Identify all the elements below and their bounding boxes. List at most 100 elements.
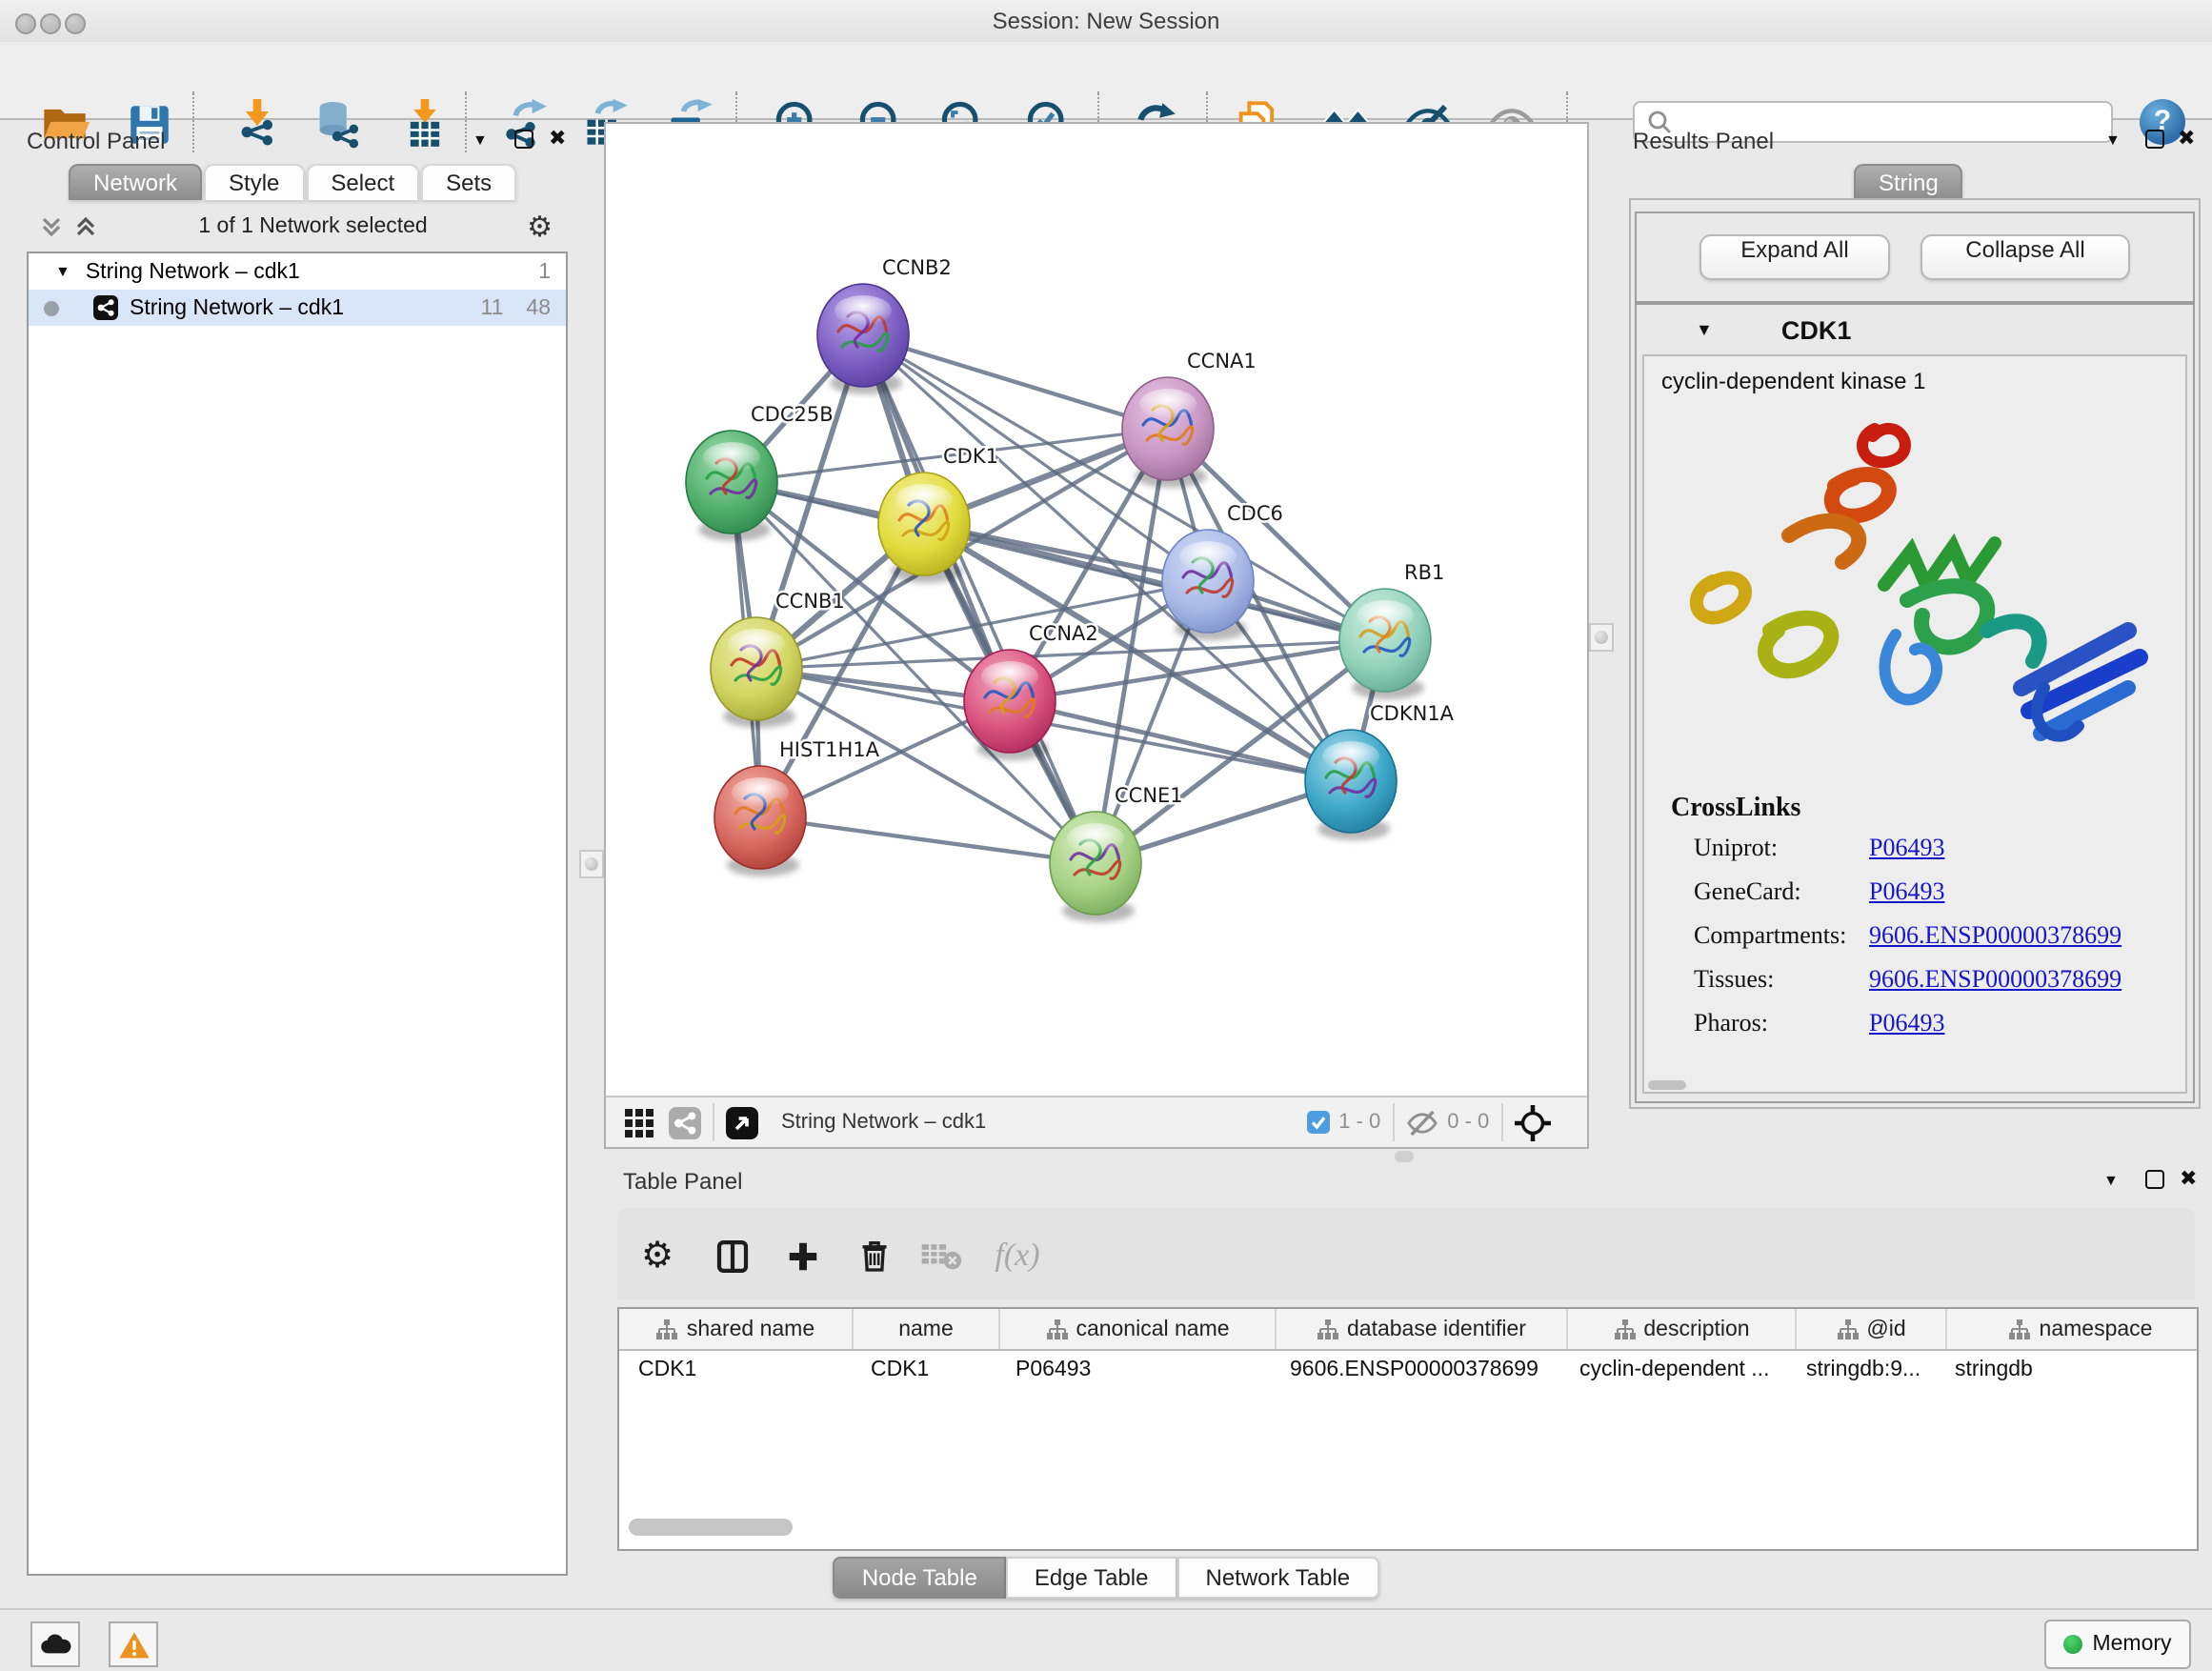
selected-checkbox-icon[interactable] [1306, 1111, 1329, 1134]
tab-edge-table[interactable]: Edge Table [1006, 1557, 1177, 1599]
network-node-CDKN1A[interactable]: CDKN1A [1305, 702, 1455, 840]
column-header-name[interactable]: name [854, 1309, 1000, 1349]
tab-style[interactable]: Style [204, 164, 304, 200]
control-panel-float-icon[interactable] [514, 130, 533, 149]
tab-network[interactable]: Network [69, 164, 202, 200]
results-hscroll-thumb[interactable] [1648, 1080, 1686, 1090]
table-panel-menu-icon[interactable]: ▼ [2103, 1172, 2119, 1189]
table-cell[interactable]: stringdb:9... [1787, 1351, 1936, 1389]
results-panel-title: Results Panel [1633, 128, 1774, 154]
left-splitter-grip[interactable] [579, 850, 604, 878]
network-node-HIST1H1A[interactable]: HIST1H1A [714, 738, 880, 876]
column-header-namespace[interactable]: namespace [1947, 1309, 2199, 1349]
crosslink-label: Tissues: [1694, 964, 1869, 995]
add-column-button[interactable] [777, 1231, 827, 1280]
crosshair-icon[interactable] [1514, 1104, 1550, 1140]
table-toolbar: ⚙ f(x) [617, 1208, 2195, 1299]
table-row[interactable]: CDK1CDK1P064939606.ENSP00000378699cyclin… [619, 1351, 2197, 1389]
table-cell[interactable]: cyclin-dependent ... [1560, 1351, 1787, 1389]
network-edge-CCNE1-HIST1H1A[interactable] [760, 817, 1096, 863]
network-list: ▼ String Network – cdk1 1 String Network… [27, 252, 568, 1576]
protein-details: cyclin-dependent kinase 1 [1642, 354, 2187, 1094]
results-panel-menu-icon[interactable]: ▼ [2105, 131, 2121, 149]
crosslink-row: Tissues:9606.ENSP00000378699 [1694, 964, 2185, 1008]
memory-button[interactable]: Memory [2044, 1620, 2191, 1669]
results-panel-tabs: String [1854, 164, 1965, 200]
column-type-icon [1613, 1318, 1636, 1340]
delete-column-button[interactable] [850, 1231, 899, 1280]
column-header-database-identifier[interactable]: database identifier [1277, 1309, 1568, 1349]
bottom-splitter-grip[interactable] [1395, 1151, 1414, 1162]
toolbar-separator [713, 1103, 714, 1141]
column-header-shared-name[interactable]: shared name [619, 1309, 854, 1349]
protein-section-header[interactable]: ▼ CDK1 [1642, 309, 2183, 351]
crosslink-row: Uniprot:P06493 [1694, 833, 2185, 876]
cloud-status-button[interactable] [30, 1621, 80, 1667]
trash-icon [855, 1237, 894, 1275]
node-label-RB1: RB1 [1404, 561, 1444, 584]
column-header-description[interactable]: description [1568, 1309, 1797, 1349]
network-edge-CCNB2-CCNE1[interactable] [863, 335, 1096, 863]
network-canvas[interactable]: CCNB2CCNA1CDC25BCDK1CDC6RB1CCNB1CCNA2CDK… [606, 124, 1587, 1096]
node-label-CDC6: CDC6 [1227, 502, 1283, 525]
gear-icon[interactable]: ⚙ [527, 210, 553, 244]
tab-string[interactable]: String [1854, 164, 1963, 200]
expand-all-icon[interactable] [72, 213, 99, 240]
tree-expand-icon[interactable]: ▼ [55, 263, 70, 280]
network-edge-CCNA2-CDKN1A[interactable] [1010, 701, 1351, 781]
table-panel-float-icon[interactable] [2145, 1170, 2164, 1189]
column-header-@id[interactable]: @id [1797, 1309, 1947, 1349]
network-node-RB1[interactable]: RB1 [1339, 561, 1444, 699]
table-cell[interactable]: stringdb [1936, 1351, 2199, 1389]
crosslink-link[interactable]: P06493 [1869, 1008, 1944, 1038]
collapse-all-button[interactable]: Collapse All [1920, 234, 2130, 280]
application-window: Session: New Session [0, 0, 2212, 1671]
network-view-icon[interactable] [669, 1106, 701, 1138]
table-cell[interactable]: CDK1 [619, 1351, 852, 1389]
protein-structure-image [1659, 406, 2174, 779]
table-cell[interactable]: CDK1 [852, 1351, 996, 1389]
right-splitter-grip[interactable] [1589, 623, 1614, 652]
network-row-selected[interactable]: String Network – cdk1 11 48 [29, 290, 566, 326]
network-node-CDK1[interactable]: CDK1 [878, 445, 998, 583]
tab-sets[interactable]: Sets [421, 164, 516, 200]
table-delete-icon [920, 1235, 962, 1277]
collapse-all-icon[interactable] [38, 213, 65, 240]
table-panel-close-icon[interactable]: ✖ [2180, 1166, 2197, 1191]
network-node-CCNA1[interactable]: CCNA1 [1122, 350, 1257, 488]
gear-icon: ⚙ [641, 1235, 674, 1277]
crosslink-link[interactable]: 9606.ENSP00000378699 [1869, 964, 2122, 995]
control-panel-menu-icon[interactable]: ▼ [473, 131, 488, 149]
show-columns-button[interactable] [707, 1231, 756, 1280]
network-view-toolbar: String Network – cdk1 1 - 0 0 - 0 [606, 1096, 1587, 1147]
crosslink-link[interactable]: P06493 [1869, 876, 1944, 907]
network-edge-CCNB2-CCNA1[interactable] [863, 335, 1168, 429]
table-cell[interactable]: P06493 [996, 1351, 1271, 1389]
protein-description: cyclin-dependent kinase 1 [1661, 368, 2185, 394]
crosslink-link[interactable]: P06493 [1869, 833, 1944, 863]
table-cell[interactable]: 9606.ENSP00000378699 [1271, 1351, 1560, 1389]
results-panel-float-icon[interactable] [2145, 130, 2164, 149]
control-panel-close-icon[interactable]: ✖ [549, 126, 566, 151]
table-hscroll-thumb[interactable] [629, 1519, 793, 1536]
node-label-CDK1: CDK1 [943, 445, 998, 468]
section-collapse-icon[interactable]: ▼ [1696, 320, 1713, 339]
network-collection-row[interactable]: ▼ String Network – cdk1 1 [29, 253, 566, 290]
tab-node-table[interactable]: Node Table [834, 1557, 1006, 1599]
crosslink-row: Pharos:P06493 [1694, 1008, 2185, 1052]
crosslink-link[interactable]: 9606.ENSP00000378699 [1869, 920, 2122, 951]
grid-view-icon[interactable] [625, 1108, 654, 1137]
column-header-canonical-name[interactable]: canonical name [1000, 1309, 1277, 1349]
results-panel-close-icon[interactable]: ✖ [2178, 126, 2195, 151]
table-header-row: shared namenamecanonical namedatabase id… [619, 1309, 2197, 1351]
crosslink-label: GeneCard: [1694, 876, 1869, 907]
tab-network-table[interactable]: Network Table [1177, 1557, 1379, 1599]
table-settings-button[interactable]: ⚙ [633, 1231, 682, 1280]
crosslinks-list: Uniprot:P06493GeneCard:P06493Compartment… [1694, 833, 2185, 1052]
network-list-header: 1 of 1 Network selected ⚙ [27, 206, 564, 248]
tab-select[interactable]: Select [306, 164, 419, 200]
window-title: Session: New Session [0, 8, 2212, 34]
birdseye-view-icon[interactable] [726, 1106, 758, 1138]
expand-all-button[interactable]: Expand All [1699, 234, 1890, 280]
warning-status-button[interactable] [109, 1621, 158, 1667]
